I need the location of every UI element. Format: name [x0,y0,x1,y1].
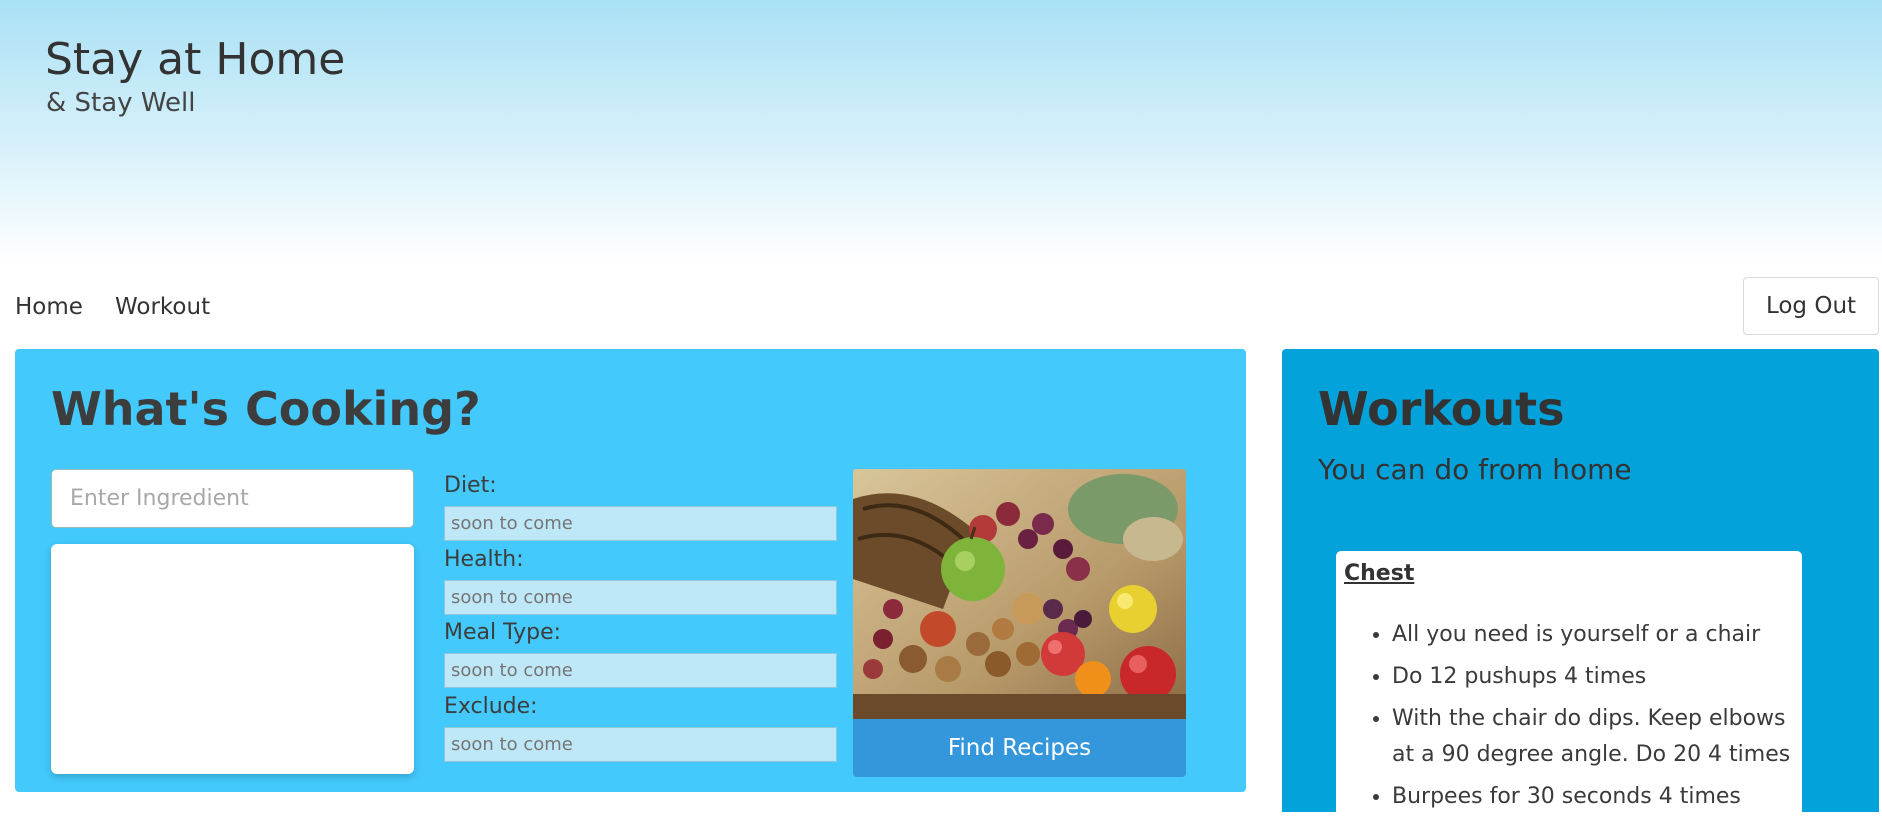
chest-workout-card: Chest All you need is yourself or a chai… [1336,551,1802,831]
find-recipes-button[interactable]: Find Recipes [853,719,1186,777]
list-item: With the chair do dips. Keep elbows at a… [1392,701,1792,773]
diet-label: Diet: [444,473,497,498]
exclude-input[interactable] [444,727,837,762]
meal-type-input[interactable] [444,653,837,688]
cooking-panel: What's Cooking? Diet: Health: Meal Type:… [15,349,1246,792]
nav-workout-link[interactable]: Workout [115,294,210,320]
exclude-label: Exclude: [444,694,538,719]
diet-input[interactable] [444,506,837,541]
nav-home-link[interactable]: Home [15,294,83,320]
logout-button[interactable]: Log Out [1743,277,1879,335]
site-subtitle: & Stay Well [46,88,196,118]
chest-exercise-list: All you need is yourself or a chair Do 1… [1392,617,1792,821]
list-item: Do 12 pushups 4 times [1392,659,1792,695]
ingredient-input[interactable] [51,469,414,528]
chest-card-title: Chest [1344,561,1415,586]
workouts-panel: Workouts You can do from home Chest All … [1282,349,1879,831]
health-label: Health: [444,547,524,572]
ingredient-list [51,544,414,774]
fruit-cornucopia-image [853,469,1186,719]
workouts-title: Workouts [1318,382,1565,436]
site-title: Stay at Home [45,34,346,85]
meal-type-label: Meal Type: [444,620,562,645]
list-item: All you need is yourself or a chair [1392,617,1792,653]
workouts-subtitle: You can do from home [1318,453,1632,486]
header-banner: Stay at Home & Stay Well [0,0,1882,262]
cooking-title: What's Cooking? [51,382,481,436]
health-input[interactable] [444,580,837,615]
list-item: Burpees for 30 seconds 4 times [1392,779,1792,815]
